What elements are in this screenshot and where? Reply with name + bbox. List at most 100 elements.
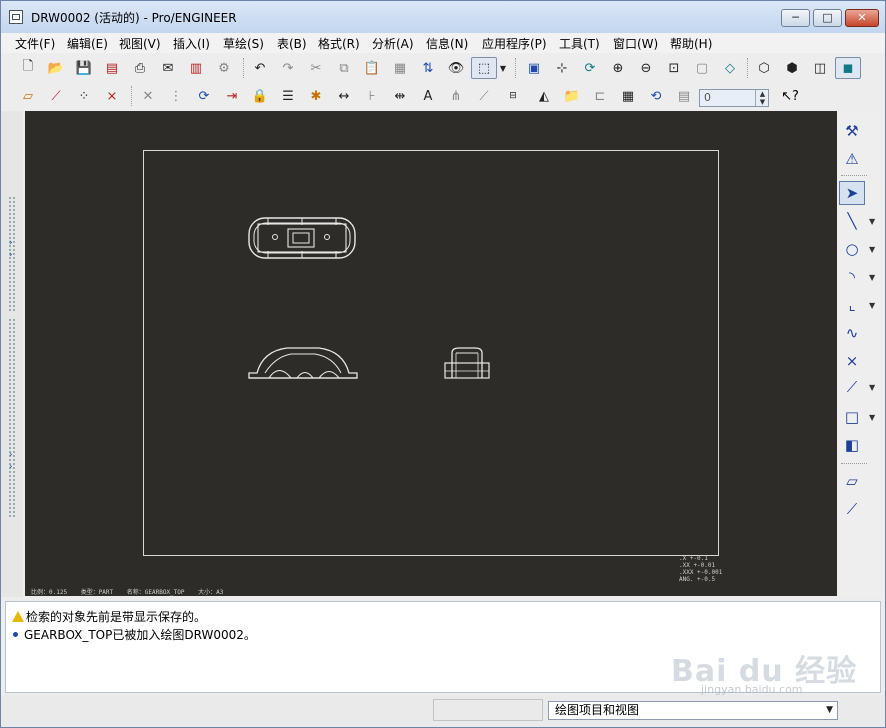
layers-icon[interactable]: ◇ (719, 57, 741, 79)
drawing-canvas[interactable]: .X +-0.1 .XX +-0.01 .XXX +-0.001 ANG. +-… (25, 111, 837, 596)
cut-icon[interactable]: ✂ (305, 57, 327, 79)
line-icon[interactable]: ╲ (839, 209, 865, 233)
export-pdf-icon[interactable]: ▥ (185, 57, 207, 79)
zoom-out-icon[interactable]: ⊖ (635, 57, 657, 79)
no-hidden-icon[interactable]: ◫ (809, 57, 831, 79)
menu-view[interactable]: 视图(V) (119, 35, 161, 52)
fillet-dropdown-icon[interactable]: ▼ (869, 301, 875, 310)
named-views-icon[interactable]: ▢ (691, 57, 713, 79)
repaint-icon[interactable]: ▣ (523, 57, 545, 79)
select-dropdown-icon[interactable]: ▼ (497, 57, 509, 79)
hatch-icon[interactable]: ▱ (839, 469, 865, 493)
point-icon[interactable]: × (839, 349, 865, 373)
show-model-annotations-icon[interactable]: ✱ (305, 85, 327, 107)
mirror-icon[interactable]: ◧ (839, 433, 865, 457)
table-icon[interactable]: ▦ (617, 85, 639, 107)
save-icon[interactable]: 💾 (73, 57, 95, 79)
menu-format[interactable]: 格式(R) (318, 35, 360, 52)
print-icon[interactable]: ⎙ (129, 57, 151, 79)
hidden-line-icon[interactable]: ⬢ (781, 57, 803, 79)
undo-icon[interactable]: ↶ (249, 57, 271, 79)
orient-mode-icon[interactable]: ⟳ (579, 57, 601, 79)
wireframe-icon[interactable]: ⬡ (753, 57, 775, 79)
expand-arrow-icon[interactable]: › (9, 251, 13, 260)
open-folder-icon[interactable]: 📂 (45, 57, 67, 79)
menu-edit[interactable]: 编辑(E) (67, 35, 108, 52)
new-file-icon[interactable]: 🗋 (17, 57, 39, 79)
update-sheets-icon[interactable]: ⟳ (193, 85, 215, 107)
maximize-button[interactable]: □ (813, 9, 842, 27)
expand-arrow-icon[interactable]: › (9, 463, 13, 472)
datum-target-icon[interactable]: ◭ (533, 85, 555, 107)
email-icon[interactable]: ✉ (157, 57, 179, 79)
paste-special-icon[interactable]: ▦ (389, 57, 411, 79)
model-tree-icon[interactable]: ⚙ (213, 57, 235, 79)
circle-dropdown-icon[interactable]: ▼ (869, 245, 875, 254)
symbol-gallery-icon[interactable]: 📁 (561, 85, 583, 107)
menu-sketch[interactable]: 草绘(S) (223, 35, 264, 52)
context-help-icon[interactable]: ↖? (779, 85, 801, 107)
menu-help[interactable]: 帮助(H) (670, 35, 712, 52)
lock-view-icon[interactable]: 🔒 (249, 85, 271, 107)
insert-view-icon[interactable]: ⇥ (221, 85, 243, 107)
select-arrow-icon[interactable]: ➤ (839, 181, 865, 205)
draft-line-icon[interactable]: ⟋ (839, 497, 865, 521)
find-binoculars-icon[interactable]: 👁 (445, 57, 467, 79)
select-box-icon[interactable]: ⬚ (471, 57, 497, 79)
menu-analysis[interactable]: 分析(A) (372, 35, 414, 52)
value-spinner[interactable]: ▲ ▼ (755, 90, 769, 106)
ordinate-dimension-icon[interactable]: ⊦ (361, 85, 383, 107)
fillet-icon[interactable]: ⌞ (839, 293, 865, 317)
geometric-tolerance-icon[interactable]: ⊟ (501, 85, 525, 107)
datum-axes-icon[interactable]: ⟋ (45, 85, 67, 107)
note-icon[interactable]: A (417, 85, 439, 107)
menu-tools[interactable]: 工具(T) (559, 35, 600, 52)
circle-icon[interactable]: ○ (839, 237, 865, 261)
zoom-in-icon[interactable]: ⊕ (607, 57, 629, 79)
regenerate-icon[interactable]: ⇅ (417, 57, 439, 79)
offset-edge-icon[interactable]: □ (839, 405, 865, 429)
menu-info[interactable]: 信息(N) (426, 35, 468, 52)
move-item-icon[interactable]: ⋮ (165, 85, 187, 107)
shading-icon[interactable]: ◼ (835, 57, 861, 79)
front-view[interactable] (247, 343, 359, 381)
tear-sheet-icon[interactable]: ⊏ (589, 85, 611, 107)
update-tables-icon[interactable]: ⟲ (645, 85, 667, 107)
datum-points-icon[interactable]: ⁘ (73, 85, 95, 107)
menu-applications[interactable]: 应用程序(P) (482, 35, 547, 52)
spin-center-icon[interactable]: ⊹ (551, 57, 573, 79)
arc-dropdown-icon[interactable]: ▼ (869, 273, 875, 282)
balloon-icon[interactable]: ⋔ (445, 85, 467, 107)
dock-splitter-handle[interactable] (9, 319, 15, 409)
coordinate-systems-icon[interactable]: ⨯ (101, 85, 123, 107)
show-annotations-icon[interactable]: ☰ (277, 85, 299, 107)
chevron-down-icon[interactable]: ▼ (826, 702, 833, 719)
redo-icon[interactable]: ↷ (277, 57, 299, 79)
reference-dimension-icon[interactable]: ⇹ (389, 85, 411, 107)
spline-icon[interactable]: ∿ (839, 321, 865, 345)
chamfer-icon[interactable]: ⟋ (839, 375, 865, 399)
save-copy-icon[interactable]: ▤ (101, 57, 123, 79)
sketcher-preferences-icon[interactable]: ⚒ (839, 119, 865, 143)
dimension-icon[interactable]: ↔ (333, 85, 355, 107)
copy-icon[interactable]: ⧉ (333, 57, 355, 79)
offset-dropdown-icon[interactable]: ▼ (869, 413, 875, 422)
delete-icon[interactable]: ✕ (137, 85, 159, 107)
datum-planes-icon[interactable]: ▱ (17, 85, 39, 107)
repeat-region-icon[interactable]: ▤ (673, 85, 695, 107)
paste-icon[interactable]: 📋 (361, 57, 383, 79)
surface-finish-icon[interactable]: ⟋ (473, 85, 495, 107)
chamfer-dropdown-icon[interactable]: ▼ (869, 383, 875, 392)
selection-filter-select[interactable]: 绘图项目和视图 ▼ (548, 701, 838, 720)
arc-icon[interactable]: ◝ (839, 265, 865, 289)
menu-table[interactable]: 表(B) (277, 35, 307, 52)
expand-arrow-icon[interactable]: › (9, 451, 13, 460)
menu-file[interactable]: 文件(F) (15, 35, 55, 52)
menu-window[interactable]: 窗口(W) (613, 35, 658, 52)
close-button[interactable]: ✕ (845, 9, 879, 27)
expand-arrow-icon[interactable]: › (9, 239, 13, 248)
parametric-sketch-icon[interactable]: ⚠ (839, 147, 865, 171)
side-view[interactable] (443, 345, 493, 381)
top-view[interactable] (248, 215, 358, 261)
menu-insert[interactable]: 插入(I) (173, 35, 210, 52)
